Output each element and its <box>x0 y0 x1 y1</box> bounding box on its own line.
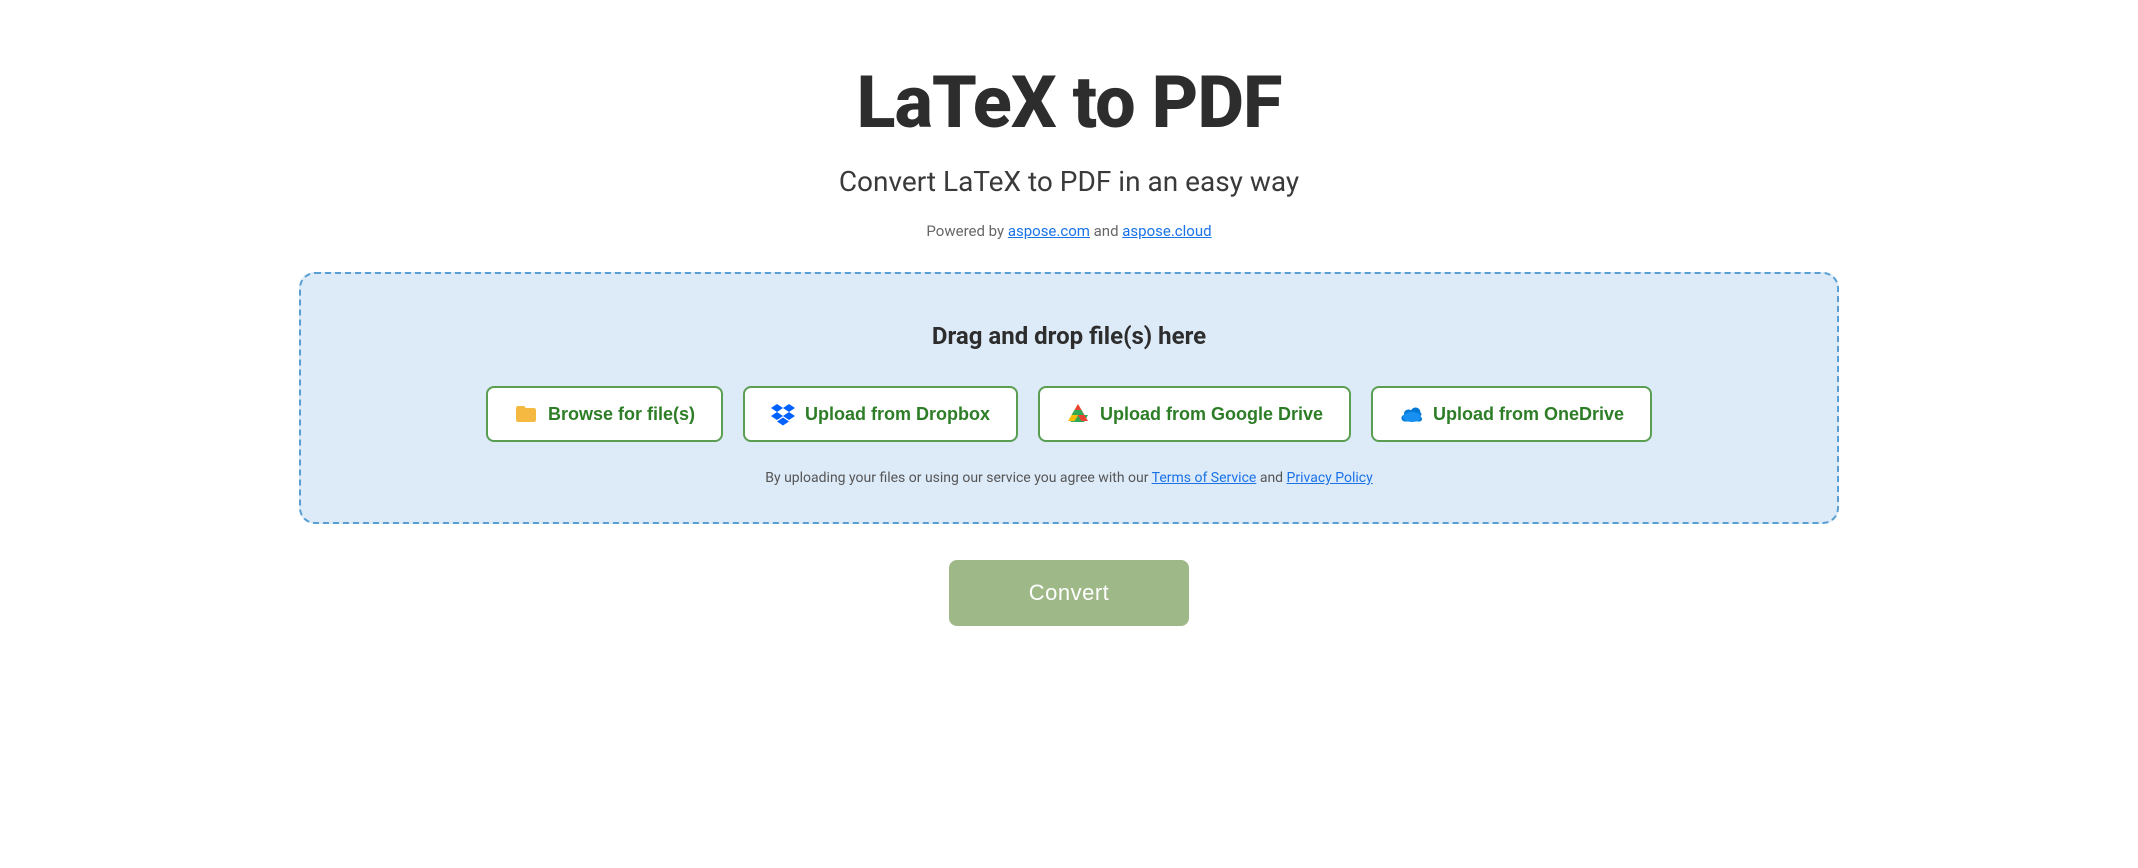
upload-buttons: Browse for file(s) Upload from Dropbox <box>486 386 1652 442</box>
dropbox-icon <box>771 402 795 426</box>
dropbox-button[interactable]: Upload from Dropbox <box>743 386 1018 442</box>
onedrive-button-label: Upload from OneDrive <box>1433 404 1624 425</box>
page-title: LaTeX to PDF <box>857 60 1282 145</box>
aspose-cloud-link[interactable]: aspose.cloud <box>1122 222 1211 240</box>
onedrive-icon <box>1399 402 1423 426</box>
page-subtitle: Convert LaTeX to PDF in an easy way <box>839 165 1299 198</box>
privacy-policy-link[interactable]: Privacy Policy <box>1287 470 1373 486</box>
and-text: and <box>1094 222 1123 240</box>
powered-by: Powered by aspose.com and aspose.cloud <box>926 222 1211 240</box>
google-drive-button-label: Upload from Google Drive <box>1100 404 1323 425</box>
drag-drop-label: Drag and drop file(s) here <box>932 322 1206 350</box>
aspose-com-link[interactable]: aspose.com <box>1008 222 1090 240</box>
terms-of-service-link[interactable]: Terms of Service <box>1152 470 1257 486</box>
browse-button[interactable]: Browse for file(s) <box>486 386 723 442</box>
drop-zone[interactable]: Drag and drop file(s) here Browse for fi… <box>299 272 1839 524</box>
terms-text: By uploading your files or using our ser… <box>765 470 1372 486</box>
browse-button-label: Browse for file(s) <box>548 404 695 425</box>
google-drive-button[interactable]: Upload from Google Drive <box>1038 386 1351 442</box>
convert-button[interactable]: Convert <box>949 560 1190 626</box>
dropbox-button-label: Upload from Dropbox <box>805 404 990 425</box>
terms-prefix: By uploading your files or using our ser… <box>765 470 1151 486</box>
google-drive-icon <box>1066 402 1090 426</box>
onedrive-button[interactable]: Upload from OneDrive <box>1371 386 1652 442</box>
folder-icon <box>514 402 538 426</box>
powered-by-text: Powered by <box>926 222 1007 240</box>
terms-and: and <box>1260 470 1287 486</box>
